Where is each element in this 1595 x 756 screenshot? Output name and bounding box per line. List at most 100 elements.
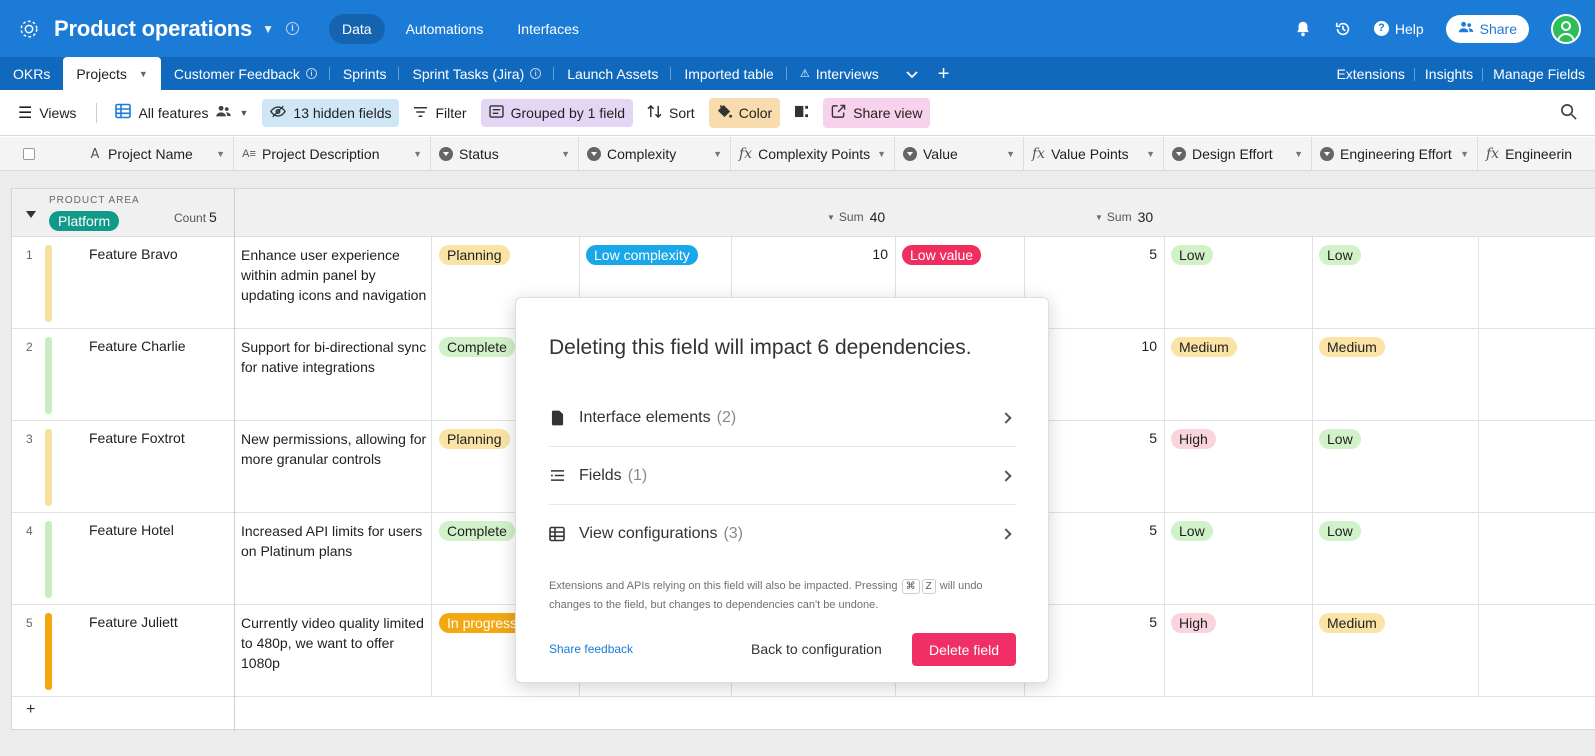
- project-name-cell[interactable]: Feature Foxtrot: [89, 430, 185, 446]
- nav-data[interactable]: Data: [328, 13, 385, 44]
- chevron-down-icon[interactable]: ▼: [713, 149, 722, 159]
- engineering-effort-badge[interactable]: Medium: [1319, 337, 1385, 357]
- dialog-title: Deleting this field will impact 6 depend…: [549, 336, 972, 359]
- design-effort-badge[interactable]: High: [1171, 613, 1216, 633]
- project-description-cell[interactable]: Support for bi-directional sync for nati…: [241, 337, 433, 377]
- project-name-cell[interactable]: Feature Hotel: [89, 522, 174, 538]
- project-name-cell[interactable]: Feature Bravo: [89, 246, 178, 262]
- tab-interviews[interactable]: ⚠ Interviews: [787, 57, 892, 90]
- value-badge[interactable]: Low value: [902, 245, 982, 265]
- project-description-cell[interactable]: Currently video quality limited to 480p,…: [241, 613, 433, 673]
- select-all-checkbox[interactable]: [0, 137, 78, 171]
- row-color-bar: [45, 245, 52, 322]
- value-points-cell[interactable]: 5: [1024, 246, 1157, 262]
- column-header-value[interactable]: Value ▼: [895, 137, 1024, 171]
- share-feedback-link[interactable]: Share feedback: [549, 642, 633, 656]
- tab-launch-assets[interactable]: Launch Assets: [554, 57, 672, 90]
- dependency-view-configurations[interactable]: View configurations (3): [549, 505, 1016, 563]
- base-title[interactable]: Product operations: [54, 16, 252, 42]
- column-header-project-description[interactable]: A≡ Project Description ▼: [234, 137, 431, 171]
- tab-customer-feedback[interactable]: Customer Feedback i: [161, 57, 330, 90]
- design-effort-badge[interactable]: Medium: [1171, 337, 1237, 357]
- complexity-points-sum[interactable]: ▼ Sum 40: [827, 209, 885, 225]
- nav-automations[interactable]: Automations: [393, 14, 497, 44]
- engineering-effort-badge[interactable]: Low: [1319, 429, 1361, 449]
- engineering-effort-badge[interactable]: Low: [1319, 245, 1361, 265]
- nav-interfaces[interactable]: Interfaces: [504, 14, 591, 44]
- design-effort-badge[interactable]: Low: [1171, 521, 1213, 541]
- delete-field-button[interactable]: Delete field: [912, 633, 1016, 666]
- chevron-down-icon[interactable]: [906, 66, 918, 82]
- manage-fields-link[interactable]: Manage Fields: [1483, 66, 1595, 82]
- dependency-interface-elements[interactable]: Interface elements (2): [549, 389, 1016, 447]
- hidden-fields-button[interactable]: 13 hidden fields: [262, 98, 400, 127]
- project-description-cell[interactable]: Enhance user experience within admin pan…: [241, 245, 433, 305]
- chevron-down-icon[interactable]: ▼: [413, 149, 422, 159]
- column-header-engineering-effort[interactable]: Engineering Effort ▼: [1312, 137, 1478, 171]
- collapse-group-icon[interactable]: [26, 211, 36, 218]
- group-header-row[interactable]: PRODUCT AREA Platform Count 5 ▼ Sum 40 ▼ S…: [12, 189, 1595, 237]
- back-to-configuration-button[interactable]: Back to configuration: [751, 641, 882, 657]
- complexity-badge[interactable]: Low complexity: [586, 245, 698, 265]
- chevron-down-icon[interactable]: ▼: [216, 149, 225, 159]
- chevron-down-icon[interactable]: ▼: [139, 69, 148, 79]
- chevron-down-icon[interactable]: ▼: [1294, 149, 1303, 159]
- design-effort-badge[interactable]: High: [1171, 429, 1216, 449]
- engineering-effort-badge[interactable]: Low: [1319, 521, 1361, 541]
- extensions-link[interactable]: Extensions: [1326, 66, 1416, 82]
- dependency-fields[interactable]: Fields (1): [549, 447, 1016, 505]
- column-header-status[interactable]: Status ▼: [431, 137, 579, 171]
- tab-label: Projects: [76, 66, 127, 82]
- column-header-value-points[interactable]: fx Value Points ▼: [1024, 137, 1164, 171]
- tab-imported-table[interactable]: Imported table: [671, 57, 787, 90]
- status-badge[interactable]: In progress: [439, 613, 526, 633]
- insights-link[interactable]: Insights: [1415, 66, 1484, 82]
- chevron-down-icon[interactable]: ▼: [877, 149, 886, 159]
- add-table-icon[interactable]: +: [938, 64, 950, 84]
- chevron-down-icon[interactable]: ▼: [262, 22, 274, 36]
- row-color-bar: [45, 429, 52, 506]
- views-button[interactable]: ☰ Views: [10, 97, 84, 129]
- tab-projects[interactable]: Projects ▼: [63, 57, 161, 91]
- complexity-points-cell[interactable]: 10: [731, 246, 888, 262]
- column-header-complexity-points[interactable]: fx Complexity Points ▼: [731, 137, 895, 171]
- status-badge[interactable]: Complete: [439, 521, 515, 541]
- bell-icon[interactable]: [1294, 20, 1312, 38]
- column-header-engineering-partial[interactable]: fx Engineerin: [1478, 137, 1595, 171]
- info-icon[interactable]: i: [285, 22, 299, 35]
- help-button[interactable]: ? Help: [1373, 21, 1424, 37]
- status-badge[interactable]: Planning: [439, 429, 510, 449]
- tab-okrs[interactable]: OKRs: [0, 57, 63, 90]
- view-switcher[interactable]: All features ▼: [107, 97, 256, 128]
- sort-button[interactable]: Sort: [639, 99, 703, 127]
- search-icon[interactable]: [1560, 103, 1577, 123]
- share-view-button[interactable]: Share view: [823, 97, 931, 128]
- column-header-project-name[interactable]: A Project Name ▼: [78, 137, 234, 171]
- chevron-down-icon[interactable]: ▼: [1460, 149, 1469, 159]
- chevron-down-icon[interactable]: ▼: [1146, 149, 1155, 159]
- project-description-cell[interactable]: New permissions, allowing for more granu…: [241, 429, 433, 469]
- row-height-button[interactable]: [786, 99, 817, 127]
- color-button[interactable]: Color: [708, 97, 781, 128]
- design-effort-badge[interactable]: Low: [1171, 245, 1213, 265]
- chevron-down-icon[interactable]: ▼: [1006, 149, 1015, 159]
- history-icon[interactable]: [1334, 20, 1352, 38]
- chevron-down-icon[interactable]: ▼: [561, 149, 570, 159]
- project-description-cell[interactable]: Increased API limits for users on Platin…: [241, 521, 433, 561]
- add-row-button[interactable]: +: [26, 701, 35, 719]
- project-name-cell[interactable]: Feature Juliett: [89, 614, 178, 630]
- avatar[interactable]: [1551, 13, 1581, 44]
- filter-button[interactable]: Filter: [405, 99, 474, 127]
- column-header-design-effort[interactable]: Design Effort ▼: [1164, 137, 1312, 171]
- project-name-cell[interactable]: Feature Charlie: [89, 338, 186, 354]
- engineering-effort-badge[interactable]: Medium: [1319, 613, 1385, 633]
- column-header-complexity[interactable]: Complexity ▼: [579, 137, 731, 171]
- tab-sprints[interactable]: Sprints: [330, 57, 400, 90]
- share-button[interactable]: Share: [1445, 14, 1529, 43]
- status-badge[interactable]: Complete: [439, 337, 515, 357]
- group-button[interactable]: Grouped by 1 field: [480, 98, 634, 127]
- base-logo-icon[interactable]: [18, 18, 40, 40]
- tab-sprint-tasks[interactable]: Sprint Tasks (Jira) i: [399, 57, 555, 90]
- value-points-sum[interactable]: ▼ Sum 30: [1095, 209, 1153, 225]
- status-badge[interactable]: Planning: [439, 245, 510, 265]
